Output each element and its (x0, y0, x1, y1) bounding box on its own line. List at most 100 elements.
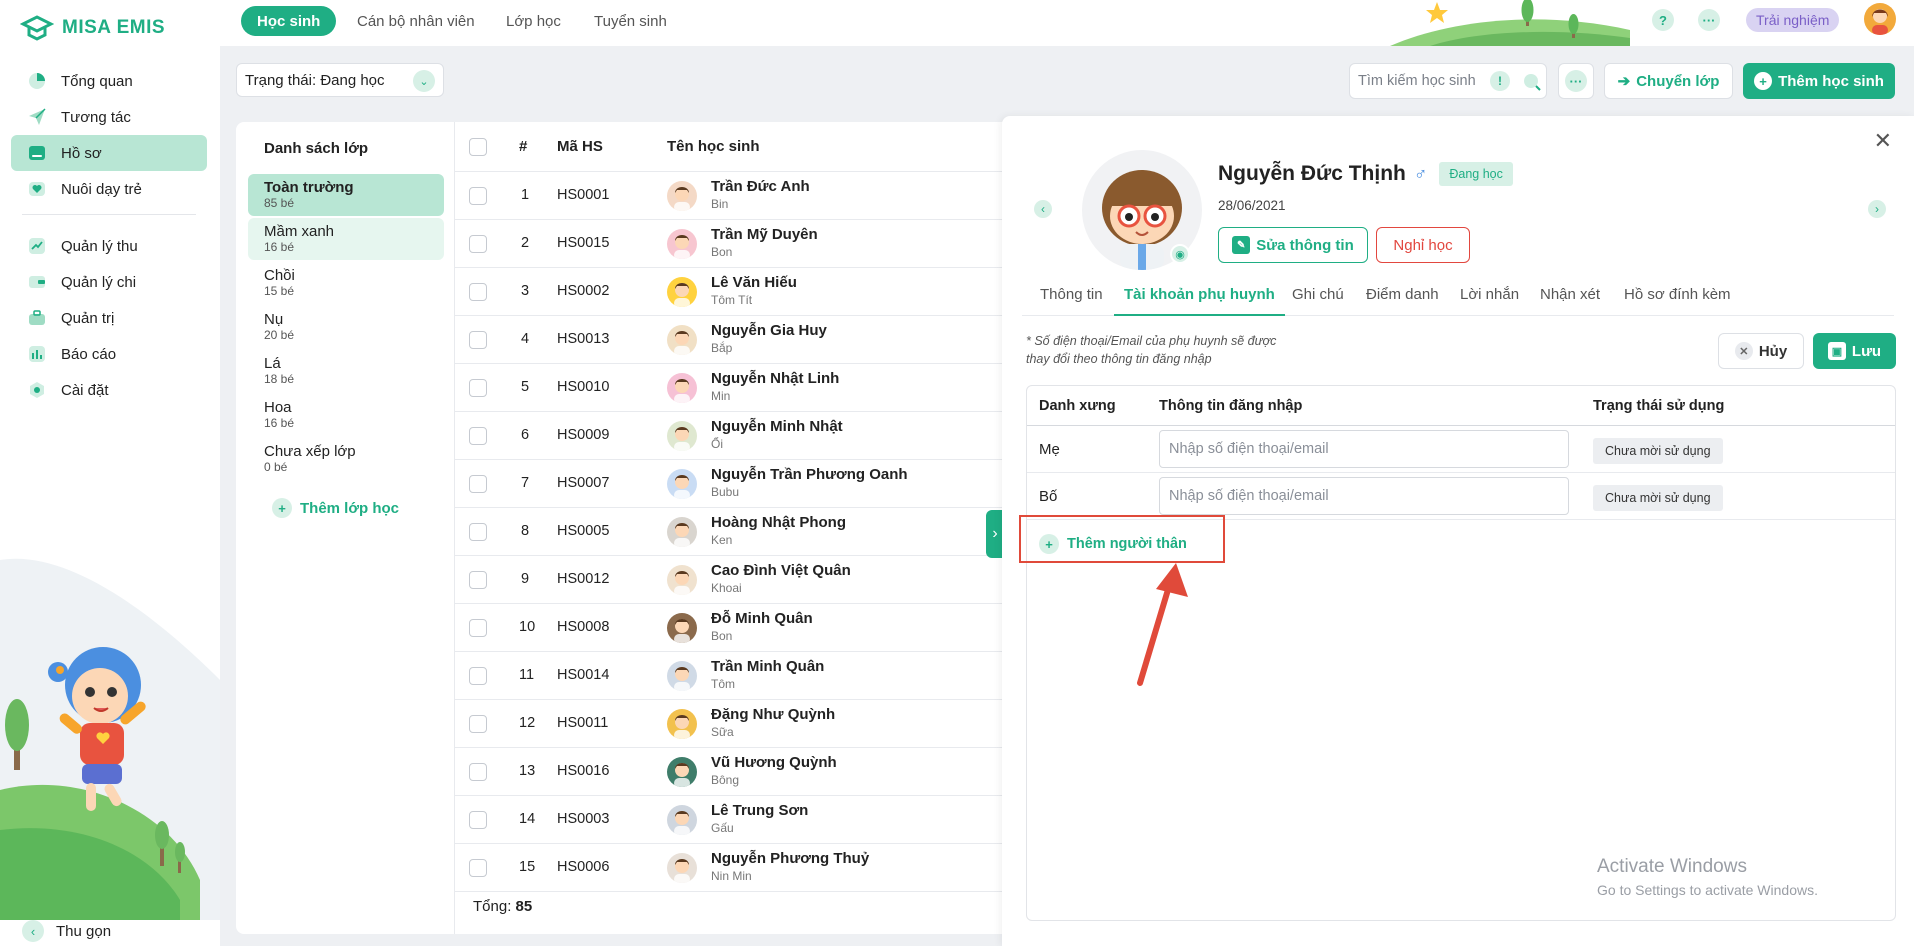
row-index: 13 (519, 763, 536, 779)
tab-hoc-sinh[interactable]: Học sinh (241, 6, 337, 36)
trial-badge[interactable]: Trải nghiệm (1746, 8, 1840, 32)
tab-thong-tin[interactable]: Thông tin (1040, 286, 1103, 303)
paper-plane-icon (27, 107, 47, 127)
table-row[interactable]: 10 HS0008 Đỗ Minh Quân Bon (455, 604, 1014, 652)
row-checkbox[interactable] (469, 235, 487, 253)
tab-diem-danh[interactable]: Điểm danh (1366, 286, 1439, 303)
leave-school-button[interactable]: Nghỉ học (1376, 227, 1470, 263)
class-item[interactable]: Hoa 16 bé (248, 394, 444, 436)
tab-can-bo-nhan-vien[interactable]: Cán bộ nhân viên (341, 6, 491, 36)
row-checkbox[interactable] (469, 379, 487, 397)
add-class-button[interactable]: + Thêm lớp học (272, 498, 399, 518)
cancel-button[interactable]: ✕ Hủy (1718, 333, 1804, 369)
move-class-button[interactable]: ➔ Chuyển lớp (1604, 63, 1733, 99)
class-count: 15 bé (264, 284, 295, 298)
class-item[interactable]: Mầm xanh 16 bé (248, 218, 444, 260)
sidebar-item-cai-dat[interactable]: Cài đặt (11, 372, 207, 408)
table-row[interactable]: 14 HS0003 Lê Trung Sơn Gấu (455, 796, 1014, 844)
app-logo[interactable]: MISA EMIS (20, 14, 165, 42)
row-checkbox[interactable] (469, 619, 487, 637)
sidebar-item-bao-cao[interactable]: Báo cáo (11, 336, 207, 372)
sidebar-item-label: Báo cáo (61, 345, 117, 363)
close-icon[interactable]: ✕ (1874, 128, 1892, 154)
search-input[interactable]: Tìm kiếm học sinh ! (1349, 63, 1547, 99)
row-checkbox[interactable] (469, 571, 487, 589)
add-student-label: Thêm học sinh (1778, 72, 1884, 90)
row-checkbox[interactable] (469, 475, 487, 493)
camera-icon[interactable]: ◉ (1170, 244, 1190, 264)
tab-tuyen-sinh[interactable]: Tuyển sinh (578, 6, 683, 36)
student-photo (674, 763, 690, 787)
table-row[interactable]: 7 HS0007 Nguyễn Trần Phương Oanh Bubu (455, 460, 1014, 508)
parent-table-header: Danh xưng Thông tin đăng nhập Trạng thái… (1027, 386, 1895, 426)
column-header-code: Mã HS (557, 138, 603, 155)
row-checkbox[interactable] (469, 187, 487, 205)
add-student-button[interactable]: + Thêm học sinh (1743, 63, 1895, 99)
previous-student-icon[interactable]: ‹ (1034, 200, 1052, 218)
tab-ho-so-dinh-kem[interactable]: Hồ sơ đính kèm (1624, 286, 1731, 303)
x-icon: ✕ (1734, 342, 1753, 360)
select-all-checkbox[interactable] (469, 138, 487, 156)
table-row[interactable]: 1 HS0001 Trần Đức Anh Bin (455, 172, 1014, 220)
row-checkbox[interactable] (469, 283, 487, 301)
table-row[interactable]: 15 HS0006 Nguyễn Phương Thuỷ Nin Min (455, 844, 1014, 892)
sidebar-item-ho-so[interactable]: Hồ sơ (11, 135, 207, 171)
student-name-cell: Đặng Như Quỳnh Sữa (711, 706, 835, 739)
tab-ghi-chu[interactable]: Ghi chú (1292, 286, 1344, 303)
student-avatar (667, 709, 697, 739)
student-name: Đỗ Minh Quân (711, 610, 813, 627)
sidebar-item-quan-ly-thu[interactable]: Quản lý thu (11, 228, 207, 264)
search-icon[interactable] (1522, 72, 1542, 96)
student-name-cell: Nguyễn Gia Huy Bắp (711, 322, 827, 355)
info-icon[interactable]: ! (1490, 71, 1510, 91)
sidebar-item-quan-ly-chi[interactable]: Quản lý chi (11, 264, 207, 300)
next-student-icon[interactable]: › (1868, 200, 1886, 218)
table-row[interactable]: 8 HS0005 Hoàng Nhật Phong Ken (455, 508, 1014, 556)
row-checkbox[interactable] (469, 427, 487, 445)
table-row[interactable]: 5 HS0010 Nguyễn Nhật Linh Min (455, 364, 1014, 412)
more-apps-icon[interactable]: ··· (1698, 9, 1720, 31)
save-button[interactable]: ▣ Lưu (1813, 333, 1896, 369)
class-item[interactable]: Toàn trường 85 bé (248, 174, 444, 216)
status-filter-select[interactable]: Trạng thái: Đang học ⌄ (236, 63, 444, 97)
help-icon[interactable]: ? (1652, 9, 1674, 31)
row-checkbox[interactable] (469, 667, 487, 685)
table-row[interactable]: 3 HS0002 Lê Văn Hiếu Tôm Tít (455, 268, 1014, 316)
row-checkbox[interactable] (469, 763, 487, 781)
row-checkbox[interactable] (469, 859, 487, 877)
parent-login-input[interactable]: Nhập số điện thoại/email (1159, 477, 1569, 515)
tab-tai-khoan-phu-huynh[interactable]: Tài khoản phụ huynh (1114, 286, 1285, 316)
move-class-label: Chuyển lớp (1636, 72, 1720, 90)
parent-login-input[interactable]: Nhập số điện thoại/email (1159, 430, 1569, 468)
sidebar-item-nuoi-day-tre[interactable]: Nuôi dạy trẻ (11, 171, 207, 207)
sidebar-item-quan-tri[interactable]: Quản trị (11, 300, 207, 336)
user-avatar[interactable] (1864, 3, 1896, 35)
collapse-sidebar-button[interactable]: ‹ Thu gọn (22, 920, 111, 942)
tab-lop-hoc[interactable]: Lớp học (490, 6, 577, 36)
row-checkbox[interactable] (469, 715, 487, 733)
table-row[interactable]: 11 HS0014 Trần Minh Quân Tôm (455, 652, 1014, 700)
row-checkbox[interactable] (469, 331, 487, 349)
row-checkbox[interactable] (469, 811, 487, 829)
row-checkbox[interactable] (469, 523, 487, 541)
class-item[interactable]: Chưa xếp lớp 0 bé (248, 438, 444, 480)
class-item[interactable]: Nụ 20 bé (248, 306, 444, 348)
edit-info-button[interactable]: ✎ Sửa thông tin (1218, 227, 1368, 263)
tab-loi-nhan[interactable]: Lời nhắn (1460, 286, 1519, 303)
table-row[interactable]: 12 HS0011 Đặng Như Quỳnh Sữa (455, 700, 1014, 748)
class-item[interactable]: Chồi 15 bé (248, 262, 444, 304)
table-row[interactable]: 4 HS0013 Nguyễn Gia Huy Bắp (455, 316, 1014, 364)
sidebar-item-tuong-tac[interactable]: Tương tác (11, 99, 207, 135)
tab-nhan-xet[interactable]: Nhận xét (1540, 286, 1600, 303)
table-row[interactable]: 2 HS0015 Trần Mỹ Duyên Bon (455, 220, 1014, 268)
class-item[interactable]: Lá 18 bé (248, 350, 444, 392)
pencil-icon: ✎ (1232, 236, 1251, 254)
top-navigation: Học sinh Cán bộ nhân viên Lớp học Tuyển … (220, 0, 1914, 46)
student-code: HS0013 (557, 331, 610, 347)
more-options-button[interactable]: ··· (1558, 63, 1594, 99)
table-row[interactable]: 6 HS0009 Nguyễn Minh Nhật Ổi (455, 412, 1014, 460)
table-row[interactable]: 9 HS0012 Cao Đình Việt Quân Khoai (455, 556, 1014, 604)
table-row[interactable]: 13 HS0016 Vũ Hương Quỳnh Bông (455, 748, 1014, 796)
sidebar-item-tong-quan[interactable]: Tổng quan (11, 63, 207, 99)
student-name-cell: Nguyễn Nhật Linh Min (711, 370, 839, 403)
